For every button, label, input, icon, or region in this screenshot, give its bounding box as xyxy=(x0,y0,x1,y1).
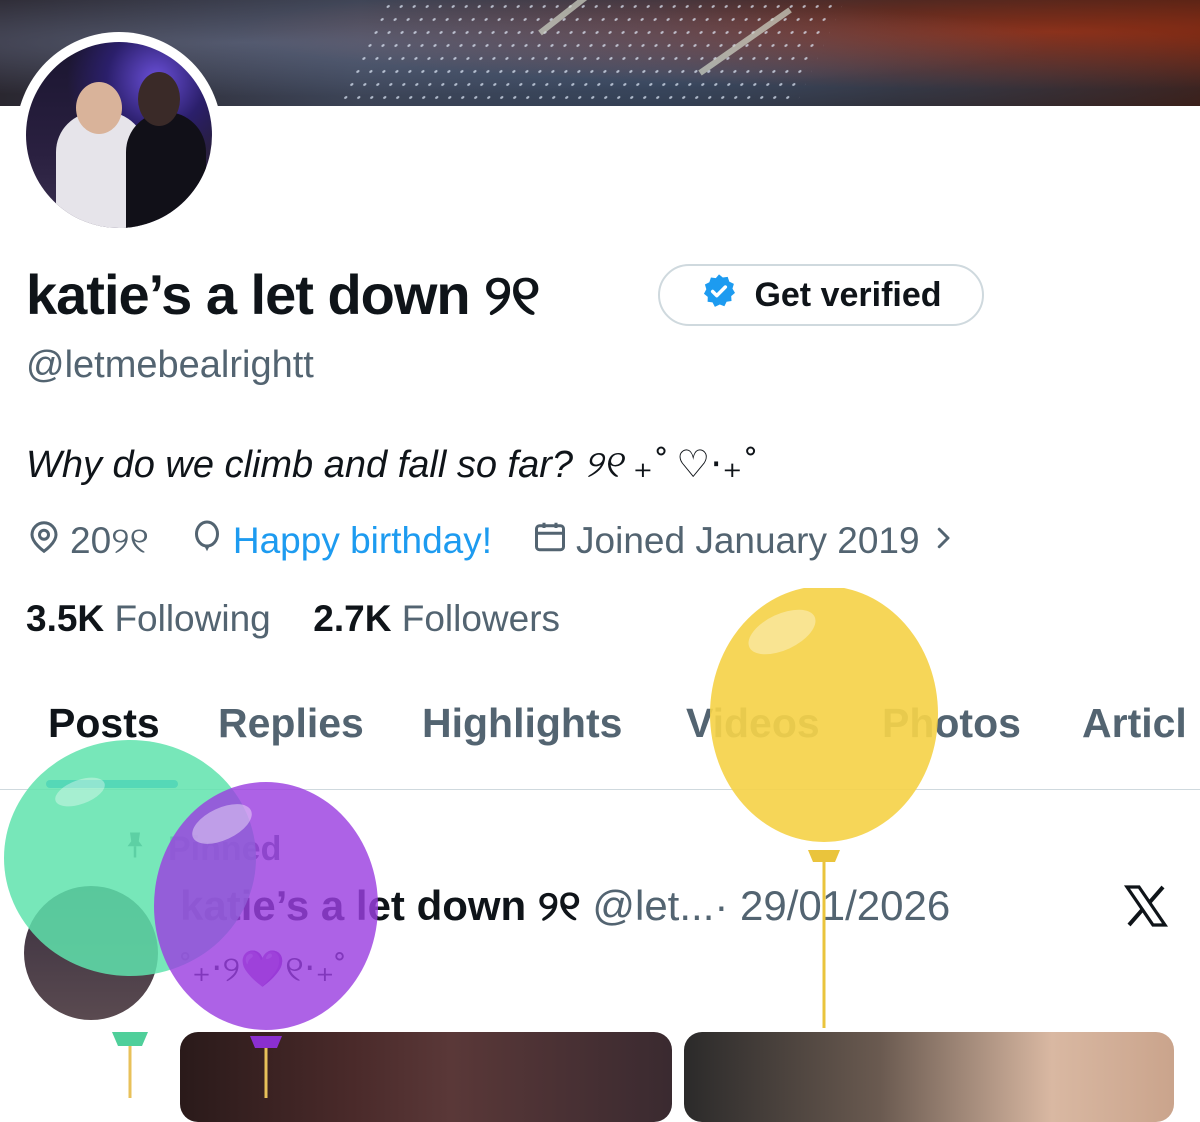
balloon-yellow-decoration xyxy=(710,588,938,1028)
following-link[interactable]: 3.5K Following xyxy=(26,598,271,639)
followers-link[interactable]: 2.7K Followers xyxy=(313,598,560,639)
profile-joined[interactable]: Joined January 2019 xyxy=(532,519,958,564)
avatar-person-head xyxy=(138,72,180,126)
post-text: ˚₊‧୨💜୧‧₊˚ xyxy=(180,948,347,989)
avatar-person xyxy=(126,112,206,228)
post-media-image[interactable] xyxy=(180,1032,672,1122)
post-author-name[interactable]: katie’s a let down ୨୧ xyxy=(180,882,581,929)
tab-highlights[interactable]: Highlights xyxy=(422,700,622,747)
follow-stats: 3.5K Following 2.7K Followers xyxy=(26,598,560,640)
tab-videos[interactable]: Videos xyxy=(686,700,820,747)
banner-lights xyxy=(335,0,845,106)
following-count: 3.5K xyxy=(26,598,105,639)
profile-meta-row: 20୨୧ Happy birthday! Joined January 2019 xyxy=(26,516,998,566)
post-author-avatar[interactable] xyxy=(24,886,158,1020)
profile-avatar-frame[interactable] xyxy=(16,32,222,238)
tab-photos[interactable]: Photos xyxy=(882,700,1021,747)
get-verified-label: Get verified xyxy=(754,275,942,314)
tab-replies[interactable]: Replies xyxy=(218,700,364,747)
balloon-icon xyxy=(189,519,225,564)
tab-posts[interactable]: Posts xyxy=(48,700,160,747)
avatar-person-head xyxy=(76,82,122,134)
calendar-icon xyxy=(532,519,568,564)
x-logo-icon xyxy=(1122,882,1170,930)
followers-count: 2.7K xyxy=(313,598,392,639)
post-header: katie’s a let down ୨୧ @let...· 29/01/202… xyxy=(180,882,950,931)
following-label: Following xyxy=(114,598,271,639)
display-name: katie’s a let down ୨୧ xyxy=(26,263,540,326)
chevron-right-icon xyxy=(928,520,958,562)
avatar xyxy=(26,42,212,228)
user-handle: @letmebealrightt xyxy=(26,344,314,386)
pin-icon xyxy=(120,828,150,871)
get-verified-button[interactable]: Get verified xyxy=(658,264,984,326)
active-tab-indicator xyxy=(46,780,178,788)
profile-birthday[interactable]: Happy birthday! xyxy=(189,519,492,564)
joined-date: Joined January 2019 xyxy=(576,520,920,561)
post-date[interactable]: · 29/01/2026 xyxy=(714,882,950,929)
profile-tabs: Posts Replies Highlights Videos Photos A… xyxy=(0,700,1200,790)
post-author-handle[interactable]: @let... xyxy=(592,882,714,929)
profile-location: 20୨୧ xyxy=(26,519,149,564)
followers-label: Followers xyxy=(401,598,561,639)
pinned-indicator: Pinned xyxy=(120,828,281,871)
tab-articles[interactable]: Articl xyxy=(1082,700,1187,747)
location-pin-icon xyxy=(26,519,62,564)
location-text: 20୨୧ xyxy=(70,519,149,561)
tabs-divider xyxy=(0,789,1200,790)
pinned-label: Pinned xyxy=(168,830,282,868)
profile-bio: Why do we climb and fall so far? ୨୧ ₊˚ ♡… xyxy=(26,444,755,486)
verified-badge-icon xyxy=(700,272,738,319)
birthday-link[interactable]: Happy birthday! xyxy=(233,520,492,562)
post-media-image[interactable] xyxy=(684,1032,1174,1122)
